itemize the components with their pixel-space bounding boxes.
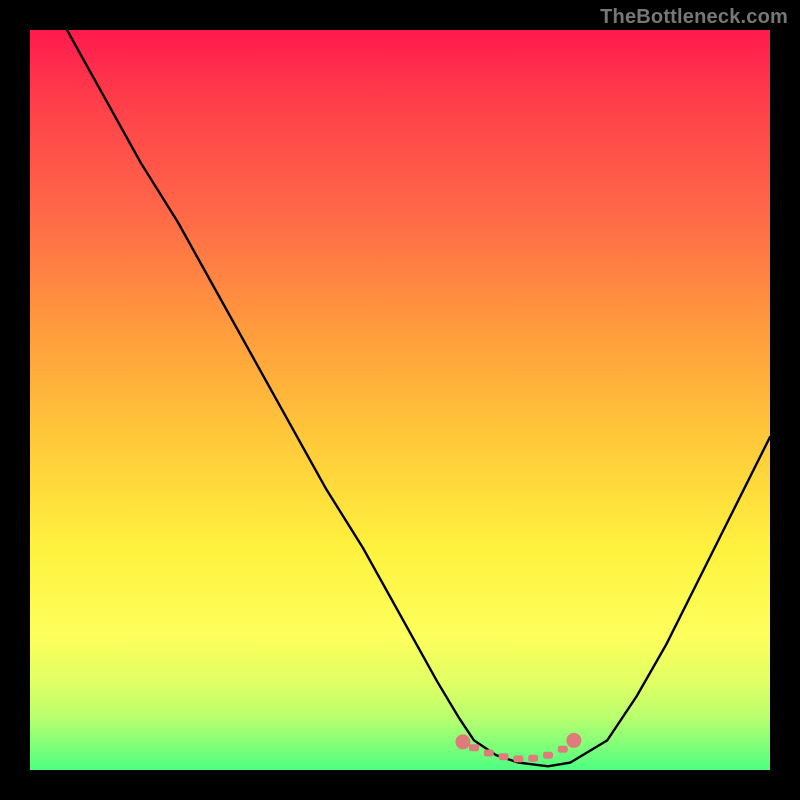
marker-dash — [528, 755, 538, 762]
bottleneck-curve — [67, 30, 770, 766]
marker-dash — [484, 750, 494, 757]
optimal-range-markers — [455, 733, 581, 763]
marker-dash — [499, 753, 509, 760]
marker-end-dot — [566, 733, 581, 748]
marker-dash — [513, 755, 523, 762]
marker-dash — [469, 744, 479, 751]
marker-dash — [558, 746, 568, 753]
marker-dash — [543, 752, 553, 759]
chart-frame: TheBottleneck.com — [0, 0, 800, 800]
credit-label: TheBottleneck.com — [600, 6, 788, 29]
marker-end-dot — [455, 734, 470, 749]
chart-svg — [30, 30, 770, 770]
plot-area — [30, 30, 770, 770]
